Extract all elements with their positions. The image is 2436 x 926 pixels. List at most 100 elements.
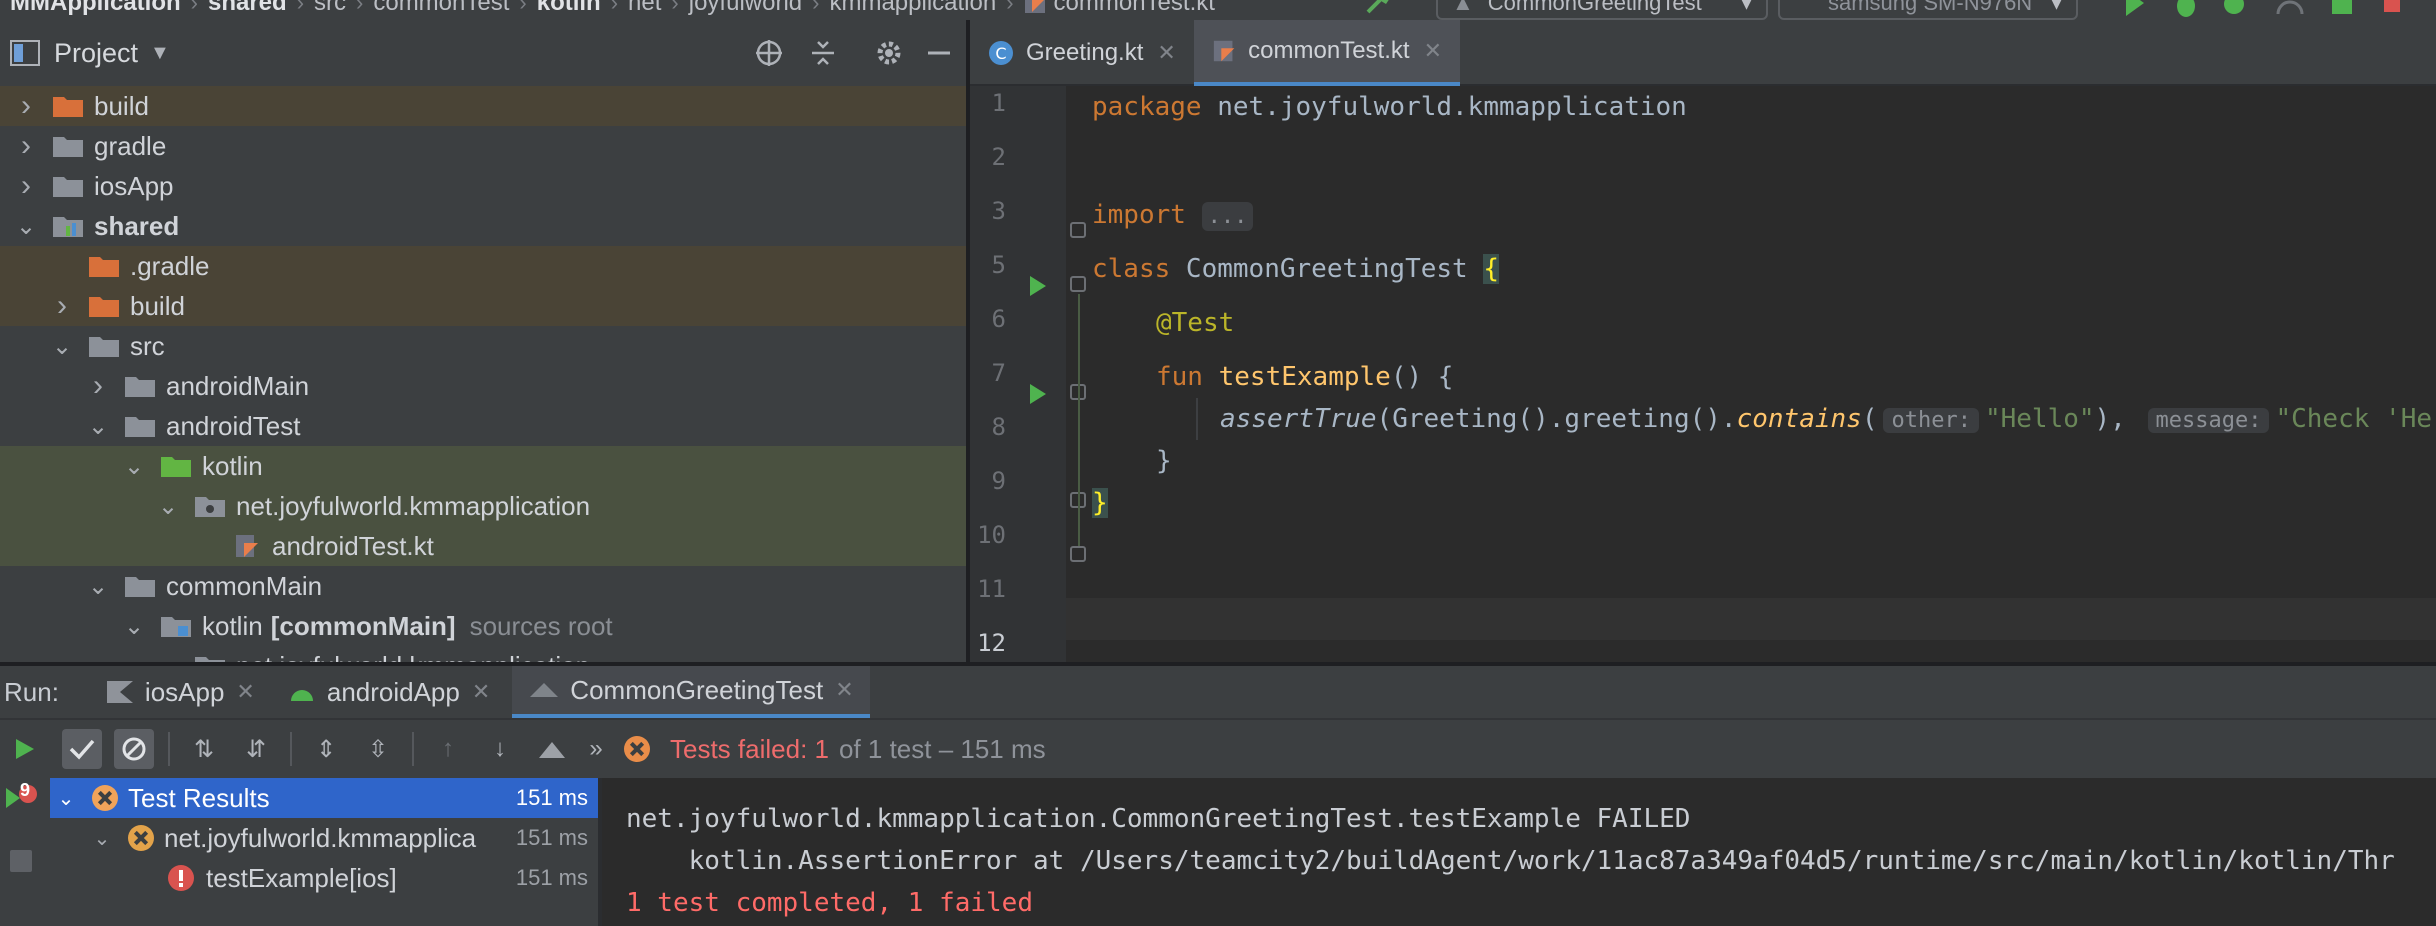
close-icon[interactable]: ✕ <box>236 679 254 705</box>
chevron-down-icon: ▾ <box>2050 0 2062 15</box>
tab-commontest-kt[interactable]: commonTest.kt ✕ <box>1194 20 1460 86</box>
chevron-right-icon[interactable]: › <box>52 289 72 323</box>
next-failed-button[interactable]: ↓ <box>480 729 520 769</box>
test-results-root[interactable]: ⌄ Test Results 151 ms <box>50 778 598 818</box>
run-config-select[interactable]: ▲ CommonGreetingTest ▾ <box>1436 0 1768 20</box>
tree-item[interactable]: .gradle <box>0 246 966 286</box>
run-test-class-icon[interactable] <box>1030 276 1046 296</box>
collapse-all-button[interactable]: ⇳ <box>358 729 398 769</box>
test-results-package[interactable]: ⌄ net.joyfulworld.kmmapplica 151 ms <box>50 818 598 858</box>
show-ignored-toggle[interactable] <box>114 729 154 769</box>
close-icon[interactable]: ✕ <box>1424 38 1442 64</box>
tree-item[interactable]: › build <box>0 286 966 326</box>
project-title[interactable]: Project <box>54 38 138 69</box>
chevron-down-icon[interactable]: ⌄ <box>158 492 178 521</box>
run-tab-iosapp[interactable]: iosApp ✕ <box>89 666 271 718</box>
breadcrumb-item[interactable]: kotlin <box>527 0 611 17</box>
tree-item[interactable]: ⌄ kotlin [commonMain] sources root <box>0 606 966 646</box>
run-tab-androidapp[interactable]: androidApp ✕ <box>271 666 506 718</box>
profiler-icon[interactable] <box>2274 0 2306 18</box>
android-icon <box>290 690 313 701</box>
chevron-down-icon[interactable]: ⌄ <box>52 332 72 361</box>
excluded-folder-icon <box>52 94 84 118</box>
editor-tab-bar: C Greeting.kt ✕ commonTest.kt ✕ <box>970 20 2436 86</box>
chevron-right-icon[interactable]: › <box>88 369 108 403</box>
gear-icon[interactable] <box>874 38 904 68</box>
parameter-hint: other: <box>1883 408 1979 433</box>
fold-marker-icon[interactable] <box>1070 276 1086 292</box>
excluded-folder-icon <box>88 254 120 278</box>
attach-debugger-icon[interactable] <box>2326 0 2358 18</box>
breadcrumb-item-file[interactable]: commonTest.kt <box>1014 0 1225 17</box>
chevron-down-icon[interactable]: ⌄ <box>16 212 36 241</box>
tree-item[interactable]: ⌄ net.joyfulworld.kmmapplication <box>0 646 966 662</box>
tree-item[interactable]: ⌄ androidTest <box>0 406 966 446</box>
tree-item[interactable]: ⌄ src <box>0 326 966 366</box>
rerun-button[interactable] <box>4 729 44 769</box>
previous-failed-button[interactable]: ↑ <box>428 729 468 769</box>
locate-icon[interactable] <box>754 38 784 68</box>
fold-marker-icon[interactable] <box>1070 546 1086 562</box>
debug-icon[interactable] <box>2170 0 2202 18</box>
close-icon[interactable]: ✕ <box>472 679 490 705</box>
test-console-output[interactable]: net.joyfulworld.kmmapplication.CommonGre… <box>602 778 2436 926</box>
breadcrumb-item[interactable]: shared <box>198 0 297 17</box>
coverage-icon[interactable] <box>2220 0 2252 18</box>
tree-item[interactable]: ⌄ shared <box>0 206 966 246</box>
navigation-bar: MMApplication › shared › src › commonTest › … <box>0 0 2436 20</box>
sort-by-duration-button[interactable]: ⇵ <box>236 729 276 769</box>
test-results-method[interactable]: testExample[ios] 151 ms <box>50 858 598 898</box>
close-icon[interactable]: ✕ <box>835 677 853 703</box>
run-test-method-icon[interactable] <box>1030 384 1046 404</box>
run-tab-commongreetingtest[interactable]: CommonGreetingTest ✕ <box>512 666 870 718</box>
expand-all-button[interactable]: ⇕ <box>306 729 346 769</box>
minimize-icon[interactable] <box>924 38 954 68</box>
stop-icon[interactable] <box>2380 0 2412 18</box>
run-icon[interactable] <box>2118 0 2150 18</box>
tree-item[interactable]: androidTest.kt <box>0 526 966 566</box>
breadcrumb-item[interactable]: joyfulworld <box>679 0 812 17</box>
tree-item[interactable]: › androidMain <box>0 366 966 406</box>
chevron-down-icon[interactable]: ⌄ <box>92 826 112 851</box>
collapse-all-icon[interactable] <box>808 38 838 68</box>
chevron-right-icon: › <box>190 0 198 15</box>
tree-item[interactable]: ⌄ commonMain <box>0 566 966 606</box>
chevron-down-icon[interactable]: ⌄ <box>124 452 144 481</box>
tree-item[interactable]: › gradle <box>0 126 966 166</box>
tab-greeting-kt[interactable]: C Greeting.kt ✕ <box>970 20 1194 86</box>
device-select[interactable]: samsung SM-N976N ▾ <box>1778 0 2078 20</box>
code-editor[interactable]: 1 2 3 5 6 7 8 9 10 11 12 package net.joyfulworld.k… <box>970 86 2436 662</box>
test-status: Tests failed: 1 of 1 test – 151 ms <box>624 734 1046 765</box>
tree-item[interactable]: ⌄ net.joyfulworld.kmmapplication <box>0 486 966 526</box>
chevron-down-icon[interactable]: ⌄ <box>56 786 76 811</box>
chevron-down-icon[interactable]: ⌄ <box>88 572 108 601</box>
breadcrumb-item[interactable]: net <box>618 0 671 17</box>
close-icon[interactable]: ✕ <box>1157 40 1175 66</box>
build-hammer-icon[interactable] <box>1364 0 1396 18</box>
sort-alphabetically-button[interactable]: ⇅ <box>184 729 224 769</box>
run-toolbar: ⇅ ⇵ ⇕ ⇳ ↑ ↓ » Tests failed: 1 of 1 test … <box>0 718 2436 778</box>
chevron-down-icon[interactable]: ⌄ <box>88 412 108 441</box>
breadcrumb-item[interactable]: kmmapplication <box>819 0 1006 17</box>
folded-imports[interactable]: ... <box>1201 202 1254 231</box>
line-number: 3 <box>991 197 1006 225</box>
chevron-right-icon[interactable]: › <box>16 89 36 123</box>
breadcrumb-item[interactable]: commonTest <box>363 0 519 17</box>
more-button[interactable]: » <box>584 729 608 769</box>
breadcrumb-item[interactable]: src <box>304 0 356 17</box>
line-number: 11 <box>977 575 1006 603</box>
chevron-right-icon[interactable]: › <box>16 169 36 203</box>
chevron-down-icon[interactable]: ⌄ <box>124 612 144 641</box>
chevron-right-icon[interactable]: › <box>16 129 36 163</box>
import-tests-button[interactable] <box>532 729 572 769</box>
show-passed-toggle[interactable] <box>62 729 102 769</box>
expand-all-icon: ⇕ <box>315 735 337 763</box>
tree-item[interactable]: ⌄ kotlin <box>0 446 966 486</box>
fold-marker-icon[interactable] <box>1070 222 1086 238</box>
tree-item[interactable]: › iosApp <box>0 166 966 206</box>
chevron-down-icon[interactable]: ▼ <box>150 42 170 65</box>
tree-item[interactable]: › build <box>0 86 966 126</box>
breadcrumb-item[interactable]: MMApplication <box>0 0 191 17</box>
stop-button[interactable] <box>10 850 32 872</box>
chevron-down-icon[interactable]: ⌄ <box>158 652 178 663</box>
